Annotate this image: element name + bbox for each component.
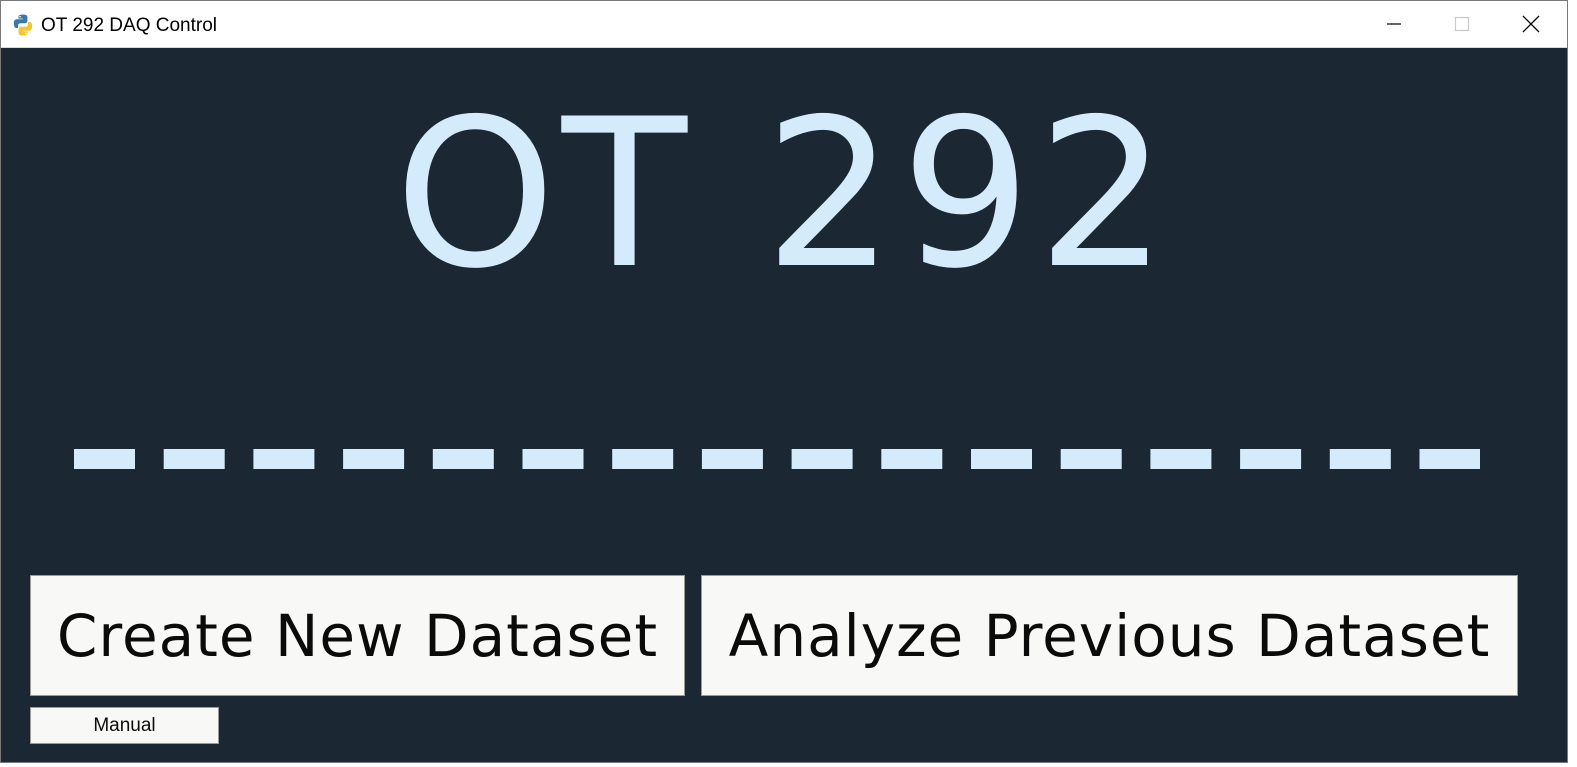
minimize-icon <box>1387 23 1401 25</box>
close-icon <box>1522 15 1540 33</box>
dash-segment <box>74 449 135 469</box>
manual-button[interactable]: Manual <box>30 707 219 744</box>
main-panel: OT 292 Create New Dataset Analyze Previo… <box>1 48 1567 762</box>
dash-segment <box>1240 449 1302 469</box>
dash-segment <box>701 449 763 469</box>
dash-segment <box>253 449 315 469</box>
page-title: OT 292 <box>394 76 1174 314</box>
analyze-previous-dataset-button[interactable]: Analyze Previous Dataset <box>701 575 1518 696</box>
close-button[interactable] <box>1497 1 1565 47</box>
create-new-dataset-button[interactable]: Create New Dataset <box>30 575 685 696</box>
app-window: OT 292 DAQ Control OT 292 Create New Dat… <box>0 0 1568 763</box>
minimize-button[interactable] <box>1360 1 1428 47</box>
maximize-button[interactable] <box>1428 1 1496 47</box>
dash-segment <box>971 449 1032 469</box>
dash-segment <box>1150 449 1212 469</box>
window-title: OT 292 DAQ Control <box>41 15 218 36</box>
dash-segment <box>343 449 405 469</box>
dash-segment <box>432 449 494 469</box>
maximize-icon <box>1454 16 1470 32</box>
dash-segment <box>1329 449 1391 469</box>
dash-segment <box>1060 449 1122 469</box>
dash-segment <box>522 449 584 469</box>
dash-segment <box>881 449 943 469</box>
dash-segment <box>612 449 674 469</box>
dash-segment <box>163 449 225 469</box>
dash-segment <box>791 449 853 469</box>
python-icon <box>13 14 33 36</box>
dashed-divider <box>74 449 1480 469</box>
dash-segment <box>1419 449 1480 469</box>
title-bar[interactable]: OT 292 DAQ Control <box>1 1 1567 48</box>
